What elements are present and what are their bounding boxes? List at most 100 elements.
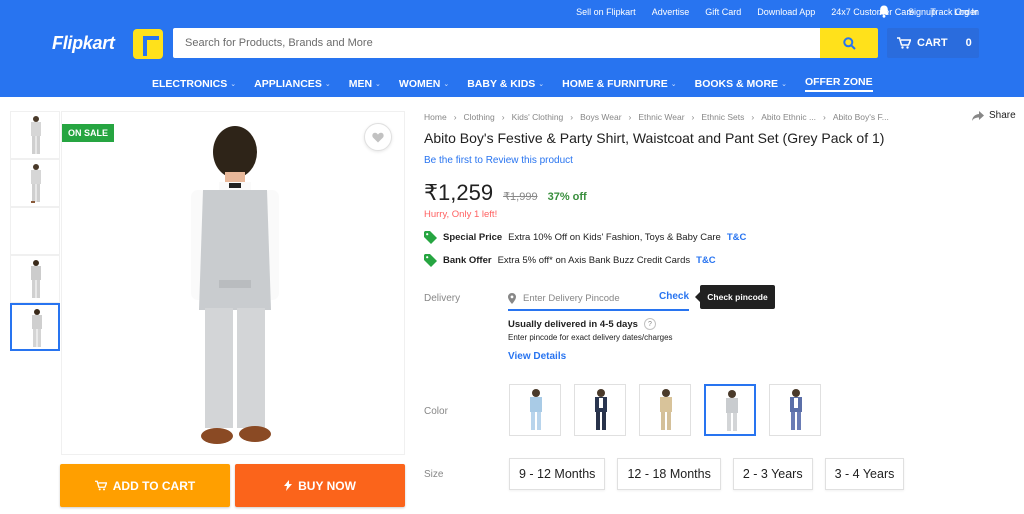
- main-product-image[interactable]: ON SALE: [61, 111, 405, 455]
- review-link[interactable]: Be the first to Review this product: [424, 155, 573, 166]
- cart-label: CART: [917, 37, 948, 49]
- flipkart-logo[interactable]: Flipkart: [52, 33, 115, 54]
- buy-now-button[interactable]: BUY NOW: [235, 464, 405, 507]
- check-button[interactable]: Check: [659, 291, 689, 302]
- top-link[interactable]: 24x7 Customer Care: [831, 7, 914, 17]
- chevron-down-icon: ⌄: [670, 81, 677, 88]
- tag-icon: [424, 231, 437, 244]
- category-nav-item[interactable]: MEN ⌄: [349, 76, 381, 92]
- category-label: WOMEN: [398, 78, 441, 90]
- category-nav: ELECTRONICS ⌄ APPLIANCES ⌄ MEN ⌄ WOMEN ⌄ BABY & …: [152, 76, 873, 92]
- offer-tc-link[interactable]: T&C: [727, 232, 747, 243]
- check-pincode-tooltip: Check pincode: [695, 285, 775, 309]
- category-label: HOME & FURNITURE: [562, 78, 668, 90]
- thumbnail-5[interactable]: [10, 303, 60, 351]
- flipkart-logo-icon[interactable]: [133, 29, 163, 59]
- top-link[interactable]: Sell on Flipkart: [576, 7, 636, 17]
- search-icon: [842, 36, 856, 50]
- breadcrumb-separator-icon: ›: [628, 112, 632, 122]
- location-pin-icon: [508, 292, 516, 304]
- lightning-icon: [284, 480, 293, 491]
- category-nav-item[interactable]: BABY & KIDS ⌄: [467, 76, 544, 92]
- color-option-beige[interactable]: [639, 384, 691, 436]
- breadcrumb-item[interactable]: Boys Wear: [580, 112, 621, 122]
- category-label: MEN: [348, 78, 373, 90]
- offer-tc-link[interactable]: T&C: [696, 255, 716, 266]
- pincode-input[interactable]: Enter Delivery Pincode: [523, 293, 620, 304]
- pincode-field[interactable]: Enter Delivery Pincode Check: [508, 287, 689, 311]
- category-nav-item[interactable]: HOME & FURNITURE ⌄: [562, 76, 676, 92]
- price-block: ₹1,259 ₹1,999 37% off: [424, 180, 587, 206]
- category-label: BOOKS & MORE: [694, 78, 779, 90]
- color-label: Color: [424, 406, 448, 417]
- breadcrumb-item[interactable]: Kids' Clothing: [512, 112, 564, 122]
- original-price: ₹1,999: [503, 191, 538, 203]
- product-thumb-image: [32, 309, 42, 347]
- thumbnail-4[interactable]: [10, 255, 60, 303]
- size-option[interactable]: 2 - 3 Years: [732, 458, 813, 490]
- search-button[interactable]: [820, 28, 878, 58]
- wishlist-button[interactable]: [364, 123, 392, 151]
- signup-link[interactable]: Signup: [908, 7, 936, 17]
- chevron-down-icon: ⌄: [375, 81, 381, 88]
- search-input[interactable]: Search for Products, Brands and More: [173, 28, 820, 58]
- view-details-link[interactable]: View Details: [508, 351, 566, 362]
- share-button[interactable]: Share: [972, 110, 1016, 121]
- breadcrumb-item[interactable]: Home: [424, 112, 447, 122]
- thumbnail-2[interactable]: [10, 159, 60, 207]
- breadcrumb-item[interactable]: Clothing: [464, 112, 495, 122]
- breadcrumb-item[interactable]: Ethnic Wear: [638, 112, 684, 122]
- category-nav-item[interactable]: OFFER ZONE: [804, 76, 873, 92]
- size-option[interactable]: 9 - 12 Months: [509, 458, 606, 490]
- offer-special-price: Special Price Extra 10% Off on Kids' Fas…: [424, 231, 746, 244]
- size-option[interactable]: 3 - 4 Years: [824, 458, 905, 490]
- breadcrumb-separator-icon: ›: [823, 112, 826, 122]
- thumbnail-1[interactable]: [10, 111, 60, 159]
- swatch-image: [726, 390, 738, 431]
- breadcrumb-separator-icon: ›: [501, 112, 505, 122]
- breadcrumb-separator-icon: ›: [570, 112, 574, 122]
- login-link[interactable]: Log In: [954, 7, 979, 17]
- breadcrumb-item[interactable]: Ethnic Sets: [701, 112, 744, 122]
- size-label: Size: [424, 469, 444, 480]
- breadcrumb-item[interactable]: Abito Ethnic ...: [761, 112, 816, 122]
- product-thumb-image: [31, 164, 41, 203]
- breadcrumb-separator-icon: ›: [691, 112, 695, 122]
- chevron-down-icon: ⌄: [538, 81, 545, 88]
- buy-now-label: BUY NOW: [298, 478, 356, 493]
- breadcrumb-item[interactable]: Abito Boy's F...: [833, 112, 889, 122]
- size-options: 9 - 12 Months 12 - 18 Months 2 - 3 Years…: [509, 458, 905, 490]
- color-option-light-blue[interactable]: [509, 384, 561, 436]
- swatch-image: [595, 389, 607, 430]
- boy-outfit-image: [191, 126, 279, 444]
- heart-icon: [372, 132, 384, 142]
- category-nav-item[interactable]: ELECTRONICS ⌄: [152, 76, 236, 92]
- cart-icon: [897, 37, 911, 49]
- color-swatches: [509, 384, 821, 436]
- chevron-down-icon: ⌄: [781, 81, 787, 88]
- top-link[interactable]: Download App: [757, 7, 815, 17]
- thumbnail-3[interactable]: [10, 207, 60, 255]
- add-to-cart-label: ADD TO CART: [112, 478, 196, 493]
- breadcrumb-separator-icon: ›: [751, 112, 755, 122]
- size-option[interactable]: 12 - 18 Months: [617, 458, 721, 490]
- category-label: ELECTRONICS: [152, 78, 228, 90]
- color-option-grey[interactable]: [704, 384, 756, 436]
- top-link[interactable]: Gift Card: [705, 7, 741, 17]
- help-icon[interactable]: ?: [643, 318, 656, 330]
- bell-icon[interactable]: [878, 5, 890, 18]
- thumbnail-list: [10, 111, 60, 351]
- chevron-down-icon: ⌄: [324, 81, 331, 88]
- category-nav-item[interactable]: BOOKS & MORE ⌄: [695, 76, 787, 92]
- add-to-cart-button[interactable]: ADD TO CART: [60, 464, 230, 507]
- swatch-image: [530, 389, 542, 430]
- category-nav-item[interactable]: APPLIANCES ⌄: [254, 76, 331, 92]
- color-option-blue[interactable]: [769, 384, 821, 436]
- category-nav-item[interactable]: WOMEN ⌄: [399, 76, 449, 92]
- cart-button[interactable]: CART 0: [887, 28, 979, 58]
- delivery-label: Delivery: [424, 293, 461, 304]
- category-label: OFFER ZONE: [804, 76, 873, 88]
- color-option-navy[interactable]: [574, 384, 626, 436]
- on-sale-badge: ON SALE: [62, 124, 115, 142]
- top-link[interactable]: Advertise: [652, 7, 690, 17]
